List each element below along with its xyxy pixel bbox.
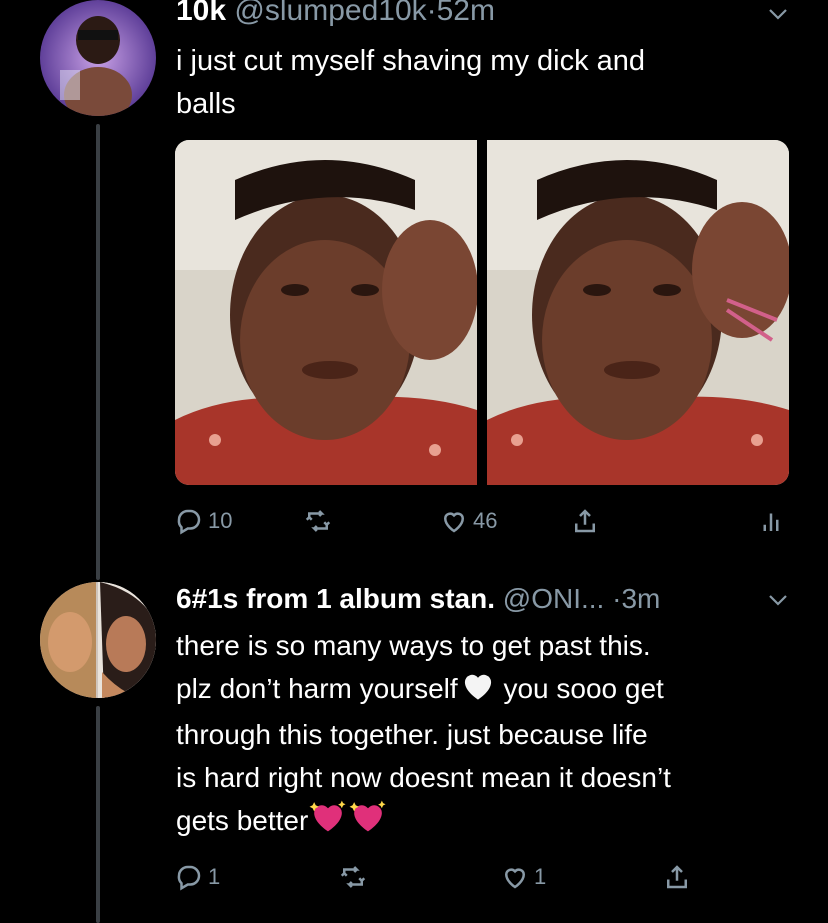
reply-icon (177, 865, 201, 891)
sparkling-heart-emoji (308, 799, 348, 845)
chevron-down-icon (769, 595, 787, 606)
share-button[interactable] (662, 862, 692, 892)
display-name[interactable]: 6#1s from 1 album stan. (176, 583, 495, 614)
reply-button[interactable]: 1 (174, 862, 220, 892)
timestamp[interactable]: 3m (621, 583, 660, 614)
share-icon (667, 865, 687, 889)
timestamp[interactable]: 52m (437, 0, 495, 27)
heart-icon (504, 868, 526, 889)
like-count: 1 (534, 864, 547, 889)
sparkling-heart-emoji (348, 799, 388, 845)
tweet-text-segment: plz don’t harm yourself (176, 673, 458, 704)
tweet-text-line: gets better (176, 799, 671, 846)
tweet-text-line: i just cut myself shaving my dick and (176, 45, 646, 77)
analytics-button[interactable] (756, 506, 786, 536)
tweet-text-segment: gets better (176, 804, 309, 836)
tweet-text-segment: you sooo get (495, 673, 664, 704)
analytics-icon (763, 513, 779, 531)
chevron-down-icon (769, 9, 787, 20)
tweet-text-line: there is so many ways to get past this. (176, 630, 651, 661)
like-button[interactable]: 46 (439, 506, 497, 536)
tweet-text: there is so many ways to get past this. … (176, 624, 671, 845)
thread-line (96, 124, 100, 580)
reply-count: 10 (208, 508, 233, 533)
reply-count: 1 (208, 864, 221, 889)
tweet-header: 6#1s from 1 album stan. @ONI... ·3m (176, 582, 660, 616)
retweet-icon (305, 510, 331, 532)
reply-button[interactable]: 10 (174, 506, 232, 536)
tweet-header: 10k @slumped10k·52m (176, 0, 495, 28)
retweet-icon (340, 866, 366, 888)
user-handle[interactable]: @ONI... (503, 583, 605, 614)
display-name[interactable]: 10k (176, 0, 226, 27)
retweet-button[interactable] (338, 862, 368, 892)
like-count: 46 (473, 508, 498, 533)
more-button[interactable] (766, 2, 790, 31)
retweet-button[interactable] (303, 506, 333, 536)
avatar[interactable] (40, 582, 156, 698)
reply-icon (177, 509, 201, 535)
tweet-text-line: through this together. just because life (176, 718, 648, 750)
tweet-text: i just cut myself shaving my dick and ba… (176, 40, 645, 126)
tweet-text-line: balls (176, 88, 236, 120)
thread-line (96, 706, 100, 923)
avatar[interactable] (40, 0, 156, 116)
separator: · (426, 0, 437, 27)
tweet-text-line: plz don’t harm yourself you sooo get (176, 667, 671, 713)
share-icon (575, 509, 595, 533)
user-handle[interactable]: @slumped10k (234, 0, 426, 27)
white-heart-emoji (460, 669, 496, 713)
media-photo[interactable] (175, 140, 477, 485)
tweet-text-line: is hard right now doesnt mean it doesn’t (176, 761, 671, 793)
share-button[interactable] (570, 506, 600, 536)
like-button[interactable]: 1 (500, 862, 546, 892)
more-button[interactable] (766, 588, 790, 617)
media-photo[interactable] (487, 140, 789, 485)
heart-icon (443, 512, 465, 533)
